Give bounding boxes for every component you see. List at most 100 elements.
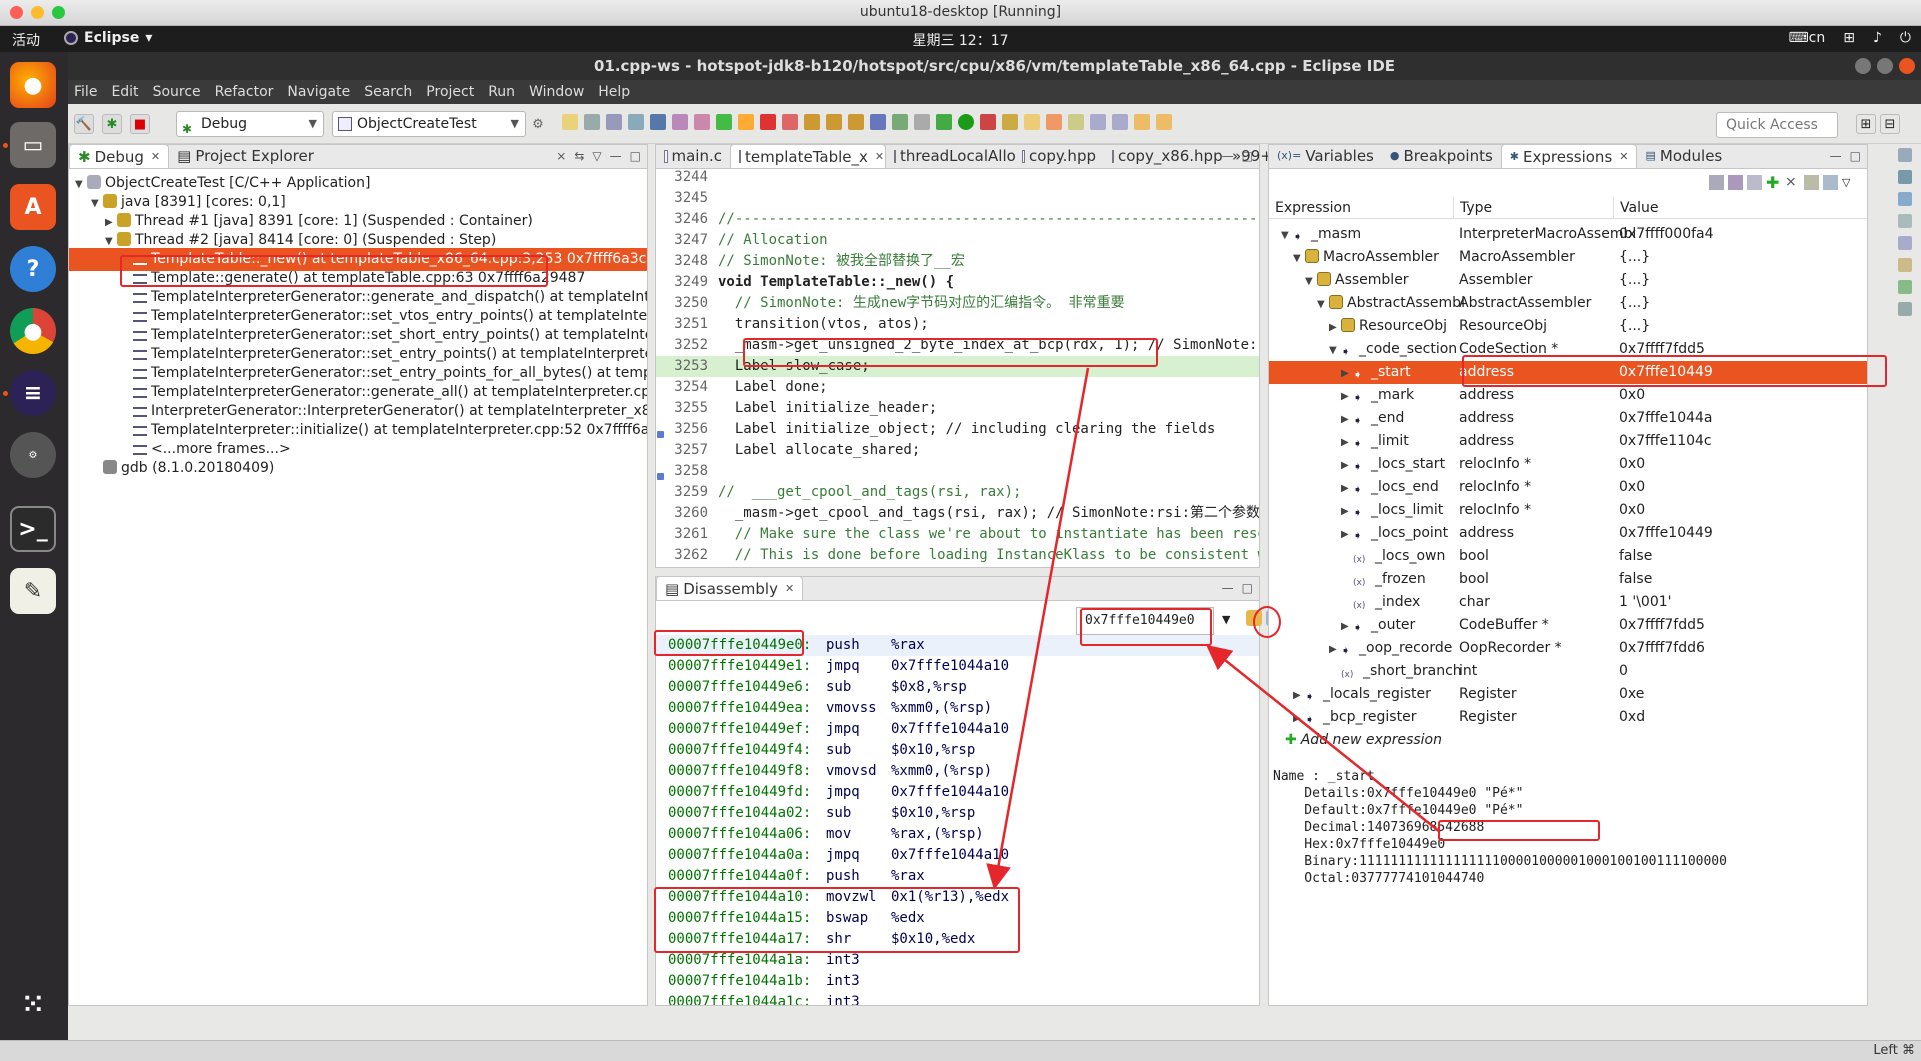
disassembly-row[interactable]: 00007fffe1044a15: bswap %edx	[656, 908, 1259, 929]
maximize-icon[interactable]	[1877, 58, 1893, 74]
view-menu-icon[interactable]: ▽	[1842, 175, 1857, 190]
search-icon[interactable]	[1046, 114, 1062, 130]
disassembly-row[interactable]: 00007fffe1044a1b: int3	[656, 971, 1259, 992]
close-icon[interactable]	[1899, 58, 1915, 74]
debug-run-icon[interactable]	[936, 114, 952, 130]
chevron-down-icon[interactable]: ▼	[1329, 339, 1341, 361]
terminate-icon[interactable]: ■	[130, 114, 150, 134]
chevron-down-icon[interactable]: ▼	[1305, 270, 1317, 292]
step-into-icon[interactable]	[804, 114, 820, 130]
prev-annotation-icon[interactable]	[1112, 114, 1128, 130]
registers-icon[interactable]	[1898, 170, 1912, 184]
expression-row[interactable]: ▶ ➧ _locs_start relocInfo * 0x0	[1269, 453, 1867, 476]
open-type-icon[interactable]	[1002, 114, 1018, 130]
chevron-right-icon[interactable]: ▶	[1293, 707, 1305, 729]
terminal-icon[interactable]: >_	[10, 506, 56, 552]
disassembly-row[interactable]: 00007fffe10449ef: jmpq 0x7fffe1044a10	[656, 719, 1259, 740]
expression-row[interactable]: ▶ ➧ _locs_point address 0x7fffe10449	[1269, 522, 1867, 545]
remove-icon[interactable]: ⨯	[1785, 175, 1800, 190]
launch-config-select[interactable]: ObjectCreateTest ▼	[332, 111, 526, 137]
disassembly-row[interactable]: 00007fffe10449e1: jmpq 0x7fffe1044a10	[656, 656, 1259, 677]
stop-icon[interactable]	[760, 114, 776, 130]
power-icon[interactable]: ⏻	[1900, 30, 1911, 46]
expression-row[interactable]: (x) _short_branch int 0	[1269, 660, 1867, 683]
software-center-icon[interactable]: A	[10, 184, 56, 230]
disassembly-row[interactable]: 00007fffe1044a02: sub $0x10,%rsp	[656, 803, 1259, 824]
source-code[interactable]: 3244 3245 3246 //--------------------------…	[656, 170, 1259, 567]
show-applications-icon[interactable]: ⁙	[10, 982, 56, 1028]
address-input[interactable]: 0x7fffe10449e0	[1076, 607, 1214, 635]
tab-expressions[interactable]: ✱ Expressions ✕	[1500, 144, 1638, 168]
instruction-step-icon[interactable]	[694, 114, 710, 130]
tab-variables[interactable]: (x)= Variables	[1269, 144, 1382, 168]
save-all-icon[interactable]	[606, 114, 622, 130]
use-step-filters-icon[interactable]	[892, 114, 908, 130]
expression-row[interactable]: ▶ ➧ _start address 0x7fffe10449	[1269, 361, 1867, 384]
ruler-marker-icon[interactable]	[657, 431, 664, 438]
expression-row[interactable]: ▶ ➧ _mark address 0x0	[1269, 384, 1867, 407]
link-icon[interactable]: ⇆	[574, 149, 584, 163]
step-into-selection-icon[interactable]	[914, 114, 930, 130]
suspend-icon[interactable]	[738, 114, 754, 130]
tab-modules[interactable]: ▤ Modules	[1637, 144, 1730, 168]
resume-icon[interactable]	[716, 114, 732, 130]
run-icon[interactable]	[958, 114, 974, 130]
next-annotation-icon[interactable]	[1090, 114, 1106, 130]
chevron-right-icon[interactable]: ▶	[1341, 408, 1353, 430]
chevron-down-icon[interactable]: ▼	[1293, 247, 1305, 269]
chevron-down-icon[interactable]: ▼	[1317, 293, 1329, 315]
add-new-expression[interactable]: ✚ Add new expression	[1269, 729, 1867, 752]
close-icon[interactable]: ✕	[875, 145, 884, 169]
tab-copy-hpp[interactable]: copy.hpp	[1014, 144, 1104, 168]
expression-row[interactable]: ▶ ➧ _bcp_register Register 0xd	[1269, 706, 1867, 729]
disassembly-row[interactable]: 00007fffe10449f4: sub $0x10,%rsp	[656, 740, 1259, 761]
new-file-icon[interactable]	[562, 114, 578, 130]
expression-row[interactable]: ▶ ➧ _outer CodeBuffer * 0x7ffff7fdd5	[1269, 614, 1867, 637]
help-icon[interactable]: ?	[10, 246, 56, 292]
menu-edit[interactable]: Edit	[111, 84, 138, 100]
expression-details[interactable]: Name : _start Details:0x7fffe10449e0 "Pé…	[1269, 768, 1867, 1005]
expression-row[interactable]: (x) _locs_own bool false	[1269, 545, 1867, 568]
input-method[interactable]: ⌨cn	[1788, 30, 1825, 46]
minimize-stack-icon[interactable]	[1898, 302, 1912, 316]
expression-row[interactable]: ▶ ResourceObj ResourceObj {...}	[1269, 315, 1867, 338]
disassembly-row[interactable]: 00007fffe1044a1c: int3	[656, 992, 1259, 1005]
column-header-value[interactable]: Value	[1613, 197, 1733, 219]
menu-project[interactable]: Project	[426, 84, 474, 100]
skip-breakpoints-icon[interactable]	[672, 114, 688, 130]
expression-row[interactable]: ▼ AbstractAssembl AbstractAssembler {...}	[1269, 292, 1867, 315]
show-logical-icon[interactable]	[1728, 175, 1743, 190]
outline-icon[interactable]	[1898, 148, 1912, 162]
save-icon[interactable]	[584, 114, 600, 130]
chevron-right-icon[interactable]: ▶	[1293, 684, 1305, 706]
tab-project-explorer[interactable]: ▤ Project Explorer	[169, 144, 322, 168]
expression-row[interactable]: ▶ ➧ _end address 0x7fffe1044a	[1269, 407, 1867, 430]
tab-debug[interactable]: ✱ Debug ✕	[69, 144, 170, 169]
minimize-icon[interactable]: —	[1830, 149, 1842, 163]
disassembly-listing[interactable]: 00007fffe10449e0: push %rax 00007fffe10449e…	[656, 635, 1259, 1005]
expression-row[interactable]: ▶ ➧ _oop_recorde OopRecorder * 0x7ffff7fdd6	[1269, 637, 1867, 660]
external-tools-icon[interactable]	[980, 114, 996, 130]
add-icon[interactable]: ✚	[1766, 175, 1781, 191]
step-return-icon[interactable]	[848, 114, 864, 130]
minimize-icon[interactable]: —	[610, 149, 622, 163]
network-icon[interactable]: ⊞	[1843, 30, 1855, 46]
executables-icon[interactable]	[1898, 280, 1912, 294]
link-with-debug-icon[interactable]	[1246, 610, 1262, 626]
disassembly-row[interactable]: 00007fffe10449ea: vmovss %xmm0,(%rsp)	[656, 698, 1259, 719]
text-editor-icon[interactable]: ✎	[10, 568, 56, 614]
volume-icon[interactable]: ♪	[1873, 30, 1882, 46]
menu-help[interactable]: Help	[598, 84, 630, 100]
javaee-ide-icon[interactable]: ⚙	[10, 432, 56, 478]
expression-row[interactable]: ▼ MacroAssembler MacroAssembler {...}	[1269, 246, 1867, 269]
chevron-right-icon[interactable]: ▶	[1341, 477, 1353, 499]
remove-all-icon[interactable]	[1804, 175, 1819, 190]
step-over-icon[interactable]	[826, 114, 842, 130]
terminal-view-icon[interactable]	[650, 114, 666, 130]
debug-config-icon[interactable]: ✱	[102, 114, 122, 134]
tab-breakpoints[interactable]: ● Breakpoints	[1382, 144, 1501, 168]
chevron-right-icon[interactable]: ▶	[1341, 615, 1353, 637]
minimize-icon[interactable]: —	[1222, 581, 1234, 595]
close-icon[interactable]: ✕	[151, 145, 160, 169]
menu-navigate[interactable]: Navigate	[287, 84, 350, 100]
